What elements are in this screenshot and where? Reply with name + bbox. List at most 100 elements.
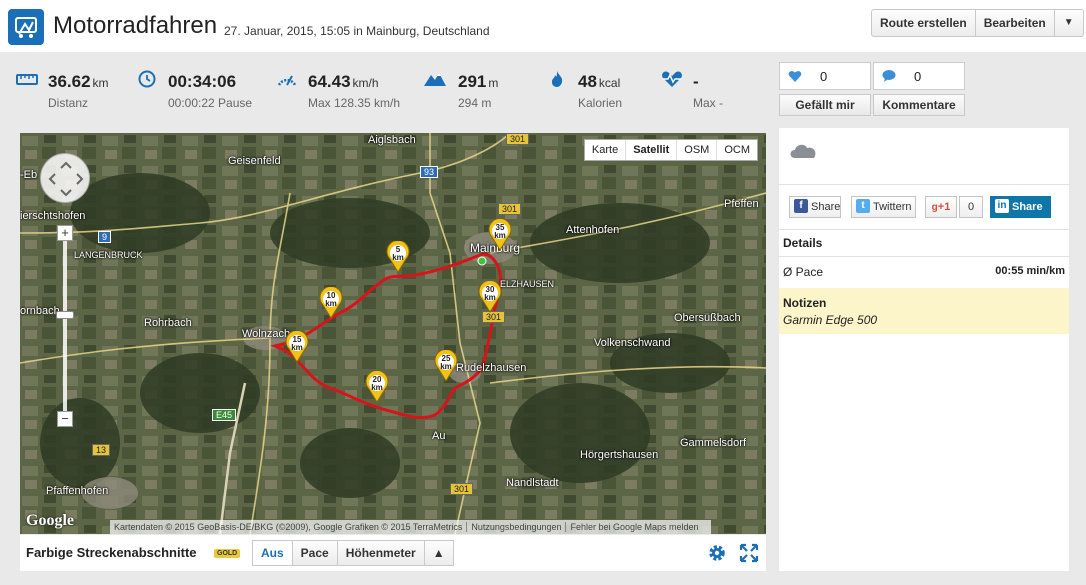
gplus-button[interactable]: g+1	[925, 196, 957, 218]
gold-badge: GOLD	[214, 549, 241, 558]
stat-elevation-unit: m	[488, 76, 499, 90]
route-map[interactable]: Aiglsbach Geisenfeld Attenhofen Mainburg…	[20, 133, 766, 534]
zoom-in-button[interactable]: +	[57, 225, 73, 241]
share-buttons: f Share t Twittern g+1 0 in Share	[789, 196, 1059, 218]
map-type-karte[interactable]: Karte	[585, 140, 627, 160]
stat-elevation: 291 m 294 m	[420, 52, 530, 122]
twitter-share-button[interactable]: t Twittern	[851, 196, 916, 218]
stat-heart-rate: - Max -	[655, 52, 770, 122]
place-label: Geisenfeld	[228, 155, 281, 167]
edit-button[interactable]: Bearbeiten	[976, 10, 1055, 36]
segment-option-off[interactable]: Aus	[253, 541, 293, 565]
linkedin-icon: in	[995, 199, 1009, 214]
page-title: Motorradfahren	[53, 12, 218, 39]
place-label: Attenhofen	[566, 224, 620, 236]
pan-control[interactable]	[40, 153, 90, 203]
zoom-track[interactable]	[63, 241, 67, 411]
map-type-satellit[interactable]: Satellit	[626, 140, 678, 160]
stat-distance-unit: km	[92, 76, 109, 90]
stat-speed-value: 64.43	[308, 72, 351, 91]
likes-count: 0	[820, 69, 828, 84]
km-marker-unit: km	[392, 253, 404, 262]
map-type-control: Karte Satellit OSM OCM	[583, 139, 758, 161]
stat-duration-value: 00:34:06	[168, 72, 237, 91]
notes-text: Garmin Edge 500	[783, 313, 878, 327]
clock-icon	[138, 70, 156, 88]
collapse-toggle-button[interactable]: ▲	[425, 541, 453, 565]
stat-speed: 64.43 km/h Max 128.35 km/h	[270, 52, 410, 122]
segment-option-elevation[interactable]: Höhenmeter	[338, 541, 425, 565]
stat-max-speed-label: Max 128.35 km/h	[308, 96, 401, 110]
stat-calories-value: 48	[578, 72, 597, 91]
km-marker-pin[interactable]: 30 km	[478, 280, 502, 313]
place-label: Nandlstadt	[506, 477, 559, 489]
stat-calories-label: Kalorien	[578, 96, 623, 110]
flame-icon	[551, 71, 563, 87]
stat-elevation-value: 291	[458, 72, 487, 91]
twitter-share-label: Twittern	[873, 201, 912, 213]
km-marker-pin[interactable]: 20 km	[365, 370, 389, 403]
km-marker-pin[interactable]: 10 km	[319, 286, 343, 319]
road-shield: E45	[212, 409, 237, 421]
map-footer: Farbige Streckenabschnitte GOLD Aus Pace…	[20, 535, 766, 571]
segment-mode-selector: Aus Pace Höhenmeter ▲	[252, 540, 454, 566]
right-panel: ❄ f Share t Twittern g+1 0 in Share Details…	[779, 128, 1069, 571]
activity-type-icon	[8, 9, 44, 45]
gplus-count: 0	[959, 196, 983, 218]
km-marker-pin[interactable]: 35 km	[488, 218, 512, 251]
like-button[interactable]: Gefällt mir	[779, 94, 871, 116]
facebook-share-button[interactable]: f Share	[789, 196, 841, 218]
km-marker-pin[interactable]: 25 km	[434, 349, 458, 382]
map-type-osm[interactable]: OSM	[677, 140, 718, 160]
place-label: ELZHAUSEN	[500, 279, 555, 289]
km-marker-unit: km	[484, 293, 496, 302]
terms-link[interactable]: Nutzungsbedingungen	[471, 522, 567, 532]
zoom-slider-handle[interactable]	[56, 311, 74, 319]
road-shield: 93	[420, 166, 439, 178]
twitter-icon: t	[856, 199, 870, 214]
stat-heart-rate-label: Max -	[693, 96, 723, 110]
pan-arrows-icon	[48, 161, 84, 197]
map-type-ocm[interactable]: OCM	[717, 140, 757, 160]
social-counts: 0 0 Gefällt mir Kommentare	[779, 62, 965, 116]
speedometer-icon	[277, 75, 297, 86]
zoom-out-button[interactable]: −	[57, 411, 73, 427]
place-label: Pfeffen	[724, 198, 759, 210]
comments-button[interactable]: Kommentare	[873, 94, 965, 116]
create-route-button[interactable]: Route erstellen	[872, 10, 976, 36]
fullscreen-icon[interactable]	[739, 543, 759, 563]
heart-icon	[788, 71, 802, 82]
stat-calories: 48 kcal Kalorien	[540, 52, 650, 122]
stats-row: 36.62 km Distanz 00:34:06 00:00:22 Pause …	[10, 52, 770, 122]
segment-option-pace[interactable]: Pace	[293, 541, 338, 565]
details-heading: Details	[783, 236, 823, 250]
place-label: Pfaffenhofen	[46, 485, 109, 497]
km-marker-pin[interactable]: 15 km	[285, 330, 309, 363]
notes-heading: Notizen	[783, 296, 827, 310]
pace-label: Ø Pace	[783, 265, 824, 279]
mountain-icon	[424, 73, 446, 86]
notes-box: Notizen Garmin Edge 500	[779, 288, 1069, 334]
place-label: Rohrbach	[144, 317, 192, 329]
km-marker-pin[interactable]: 5 km	[386, 240, 410, 273]
stat-distance: 36.62 km Distanz	[10, 52, 140, 122]
place-label: LANGENBRUCK	[74, 250, 143, 260]
place-label: Obersüßbach	[674, 312, 741, 324]
more-dropdown-button[interactable]: ▼	[1055, 10, 1083, 36]
place-label: -Eb	[20, 169, 38, 181]
divider	[779, 229, 1069, 230]
stat-distance-value: 36.62	[48, 72, 91, 91]
stat-speed-unit: km/h	[352, 76, 379, 90]
km-marker-unit: km	[325, 299, 337, 308]
map-attribution: Kartendaten © 2015 GeoBasis-DE/BKG (©200…	[110, 520, 711, 534]
report-error-link[interactable]: Fehler bei Google Maps melden	[570, 522, 702, 532]
place-label: Aiglsbach	[368, 134, 416, 146]
stat-calories-unit: kcal	[598, 76, 621, 90]
ruler-icon	[16, 74, 38, 85]
linkedin-share-label: Share	[1012, 201, 1043, 213]
gear-icon[interactable]	[707, 543, 727, 563]
linkedin-share-button[interactable]: in Share	[990, 196, 1051, 218]
km-marker-unit: km	[440, 362, 452, 371]
satellite-imagery	[20, 133, 766, 534]
stat-duration: 00:34:06 00:00:22 Pause	[130, 52, 270, 122]
